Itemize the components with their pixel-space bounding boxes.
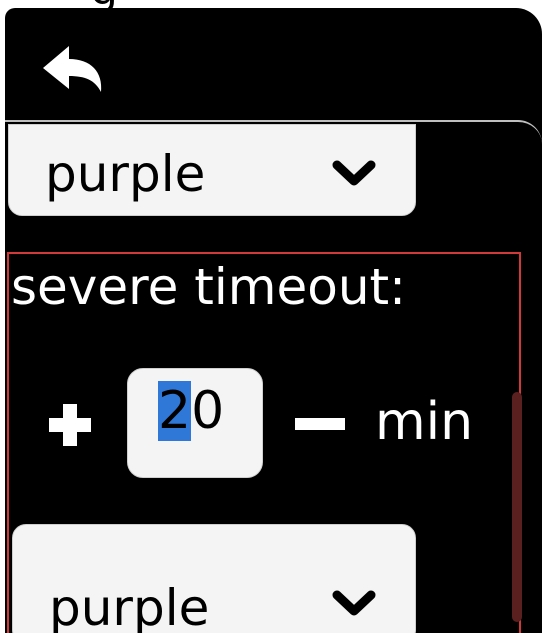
color-select-1-value: purple — [45, 145, 206, 203]
increment-button[interactable] — [45, 400, 95, 450]
decrement-button[interactable] — [295, 418, 345, 430]
severe-timeout-label: severe timeout: — [11, 258, 406, 316]
back-button[interactable] — [35, 38, 115, 108]
vertical-scrollbar[interactable] — [512, 392, 522, 622]
undo-arrow-icon — [43, 46, 102, 92]
plus-icon — [49, 404, 91, 446]
timeout-value-rest: 0 — [191, 381, 225, 441]
color-select-1[interactable]: purple — [8, 124, 416, 216]
chevron-down-icon — [332, 590, 376, 616]
timeout-value-input[interactable]: 20 — [127, 368, 263, 478]
color-select-2[interactable]: purple — [12, 524, 416, 633]
timeout-unit-label: min — [375, 392, 474, 452]
chevron-down-icon — [332, 160, 376, 186]
app-screen: purple severe timeout: 20 min purple — [5, 8, 542, 633]
color-select-2-value: purple — [49, 579, 210, 633]
timeout-value-selection: 2 — [158, 381, 192, 441]
timeout-value: 20 — [158, 381, 224, 441]
